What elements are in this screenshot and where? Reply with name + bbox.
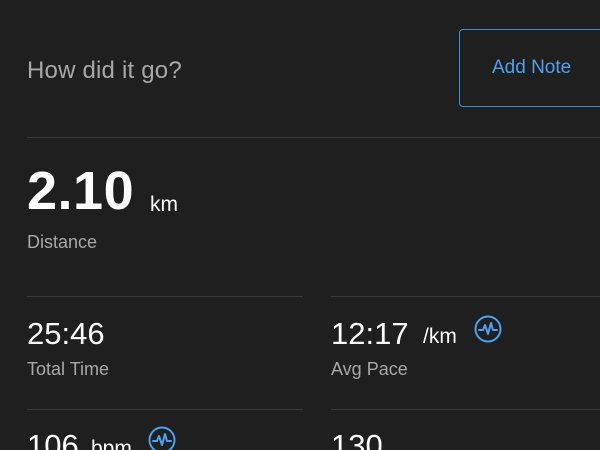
total-time-value: 25:46 [27, 316, 105, 351]
distance-value: 2.10 [27, 161, 135, 221]
avg-pace-label: Avg Pace [331, 359, 408, 379]
heart-rate-icon[interactable] [474, 315, 502, 343]
divider-left-1 [27, 296, 303, 297]
heart-rate-icon[interactable] [148, 426, 176, 450]
avg-pace-unit: /km [423, 325, 457, 348]
divider-right-1 [331, 296, 600, 297]
distance-unit: km [150, 193, 178, 216]
divider-right-2 [331, 409, 600, 410]
add-note-button[interactable]: Add Note [459, 29, 600, 107]
heart-rate-value: 106 [27, 428, 79, 450]
heart-rate-unit: bpm [91, 437, 132, 450]
feedback-prompt: How did it go? [27, 57, 182, 84]
add-note-label: Add Note [492, 57, 572, 78]
total-time-label: Total Time [27, 359, 110, 379]
activity-summary-screen: How did it go? Add Note 2.10 km Distance… [0, 0, 600, 450]
divider-top [27, 137, 600, 138]
fourth-stat-value: 130 [331, 428, 383, 450]
distance-label: Distance [27, 232, 98, 252]
divider-left-2 [27, 409, 303, 410]
avg-pace-value: 12:17 [331, 316, 409, 351]
